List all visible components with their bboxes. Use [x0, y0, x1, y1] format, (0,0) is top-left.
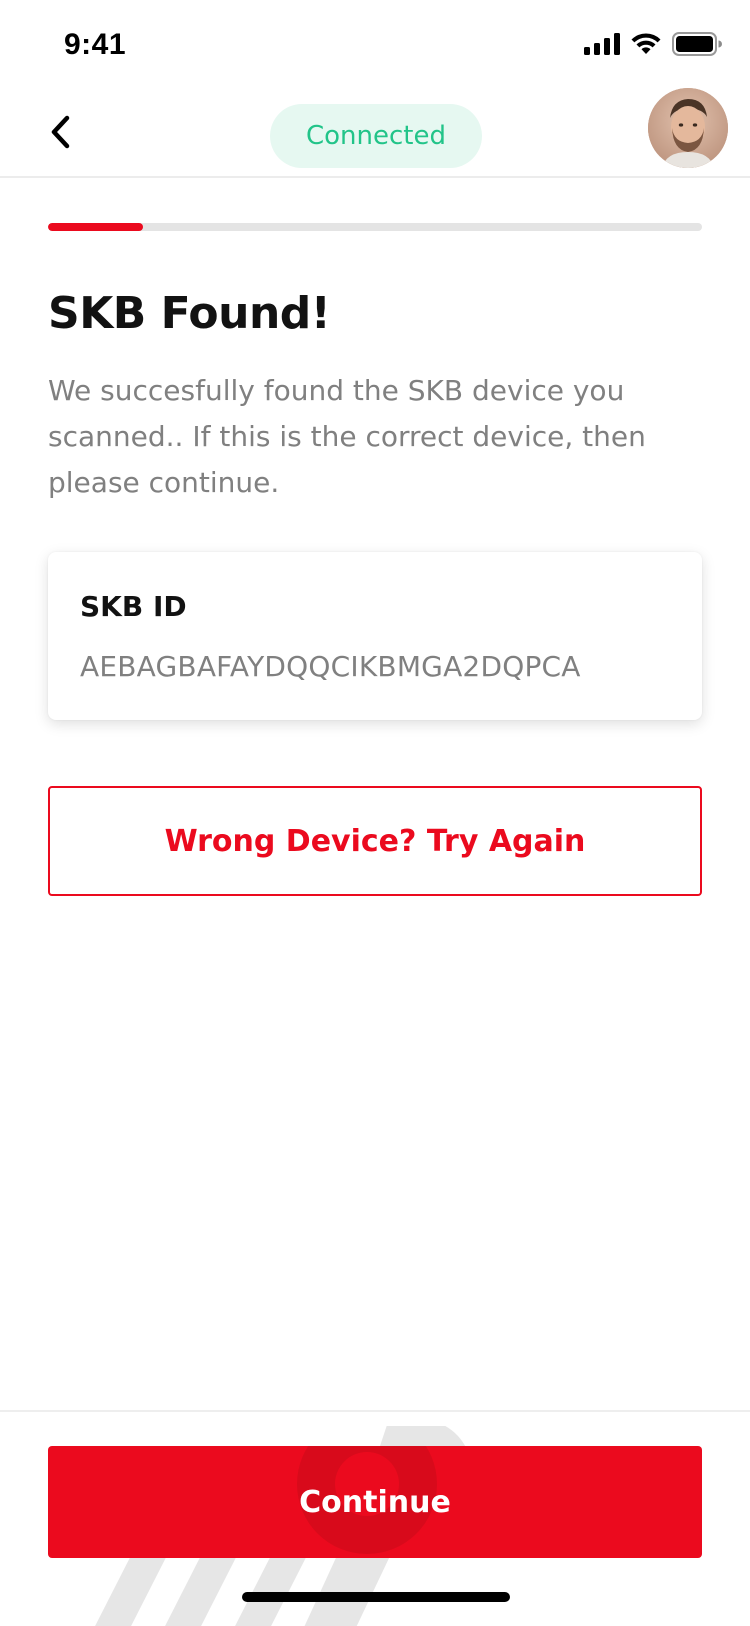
back-button[interactable]	[38, 110, 82, 154]
battery-icon	[672, 32, 722, 56]
progress-bar	[48, 223, 702, 231]
status-icons	[584, 32, 722, 56]
home-indicator	[242, 1592, 510, 1602]
avatar[interactable]	[648, 88, 728, 168]
skb-id-card: SKB ID AEBAGBAFAYDQQCIKBMGA2DQPCA	[48, 552, 702, 720]
progress-bar-fill	[48, 223, 143, 231]
header: Connected	[0, 88, 750, 178]
page-title: SKB Found!	[48, 288, 331, 339]
connection-status-badge: Connected	[270, 104, 482, 168]
continue-button-label: Continue	[299, 1484, 451, 1520]
cellular-signal-icon	[584, 33, 620, 55]
user-avatar	[648, 88, 728, 168]
try-again-button[interactable]: Wrong Device? Try Again	[48, 786, 702, 896]
status-bar: 9:41	[0, 0, 750, 88]
chevron-left-icon	[51, 115, 70, 149]
skb-id-value: AEBAGBAFAYDQQCIKBMGA2DQPCA	[80, 650, 581, 683]
continue-button[interactable]: Continue	[48, 1446, 702, 1558]
skb-id-label: SKB ID	[80, 590, 187, 623]
page-description: We succesfully found the SKB device you …	[48, 374, 646, 499]
status-time: 9:41	[64, 28, 127, 61]
wifi-icon	[631, 33, 661, 54]
